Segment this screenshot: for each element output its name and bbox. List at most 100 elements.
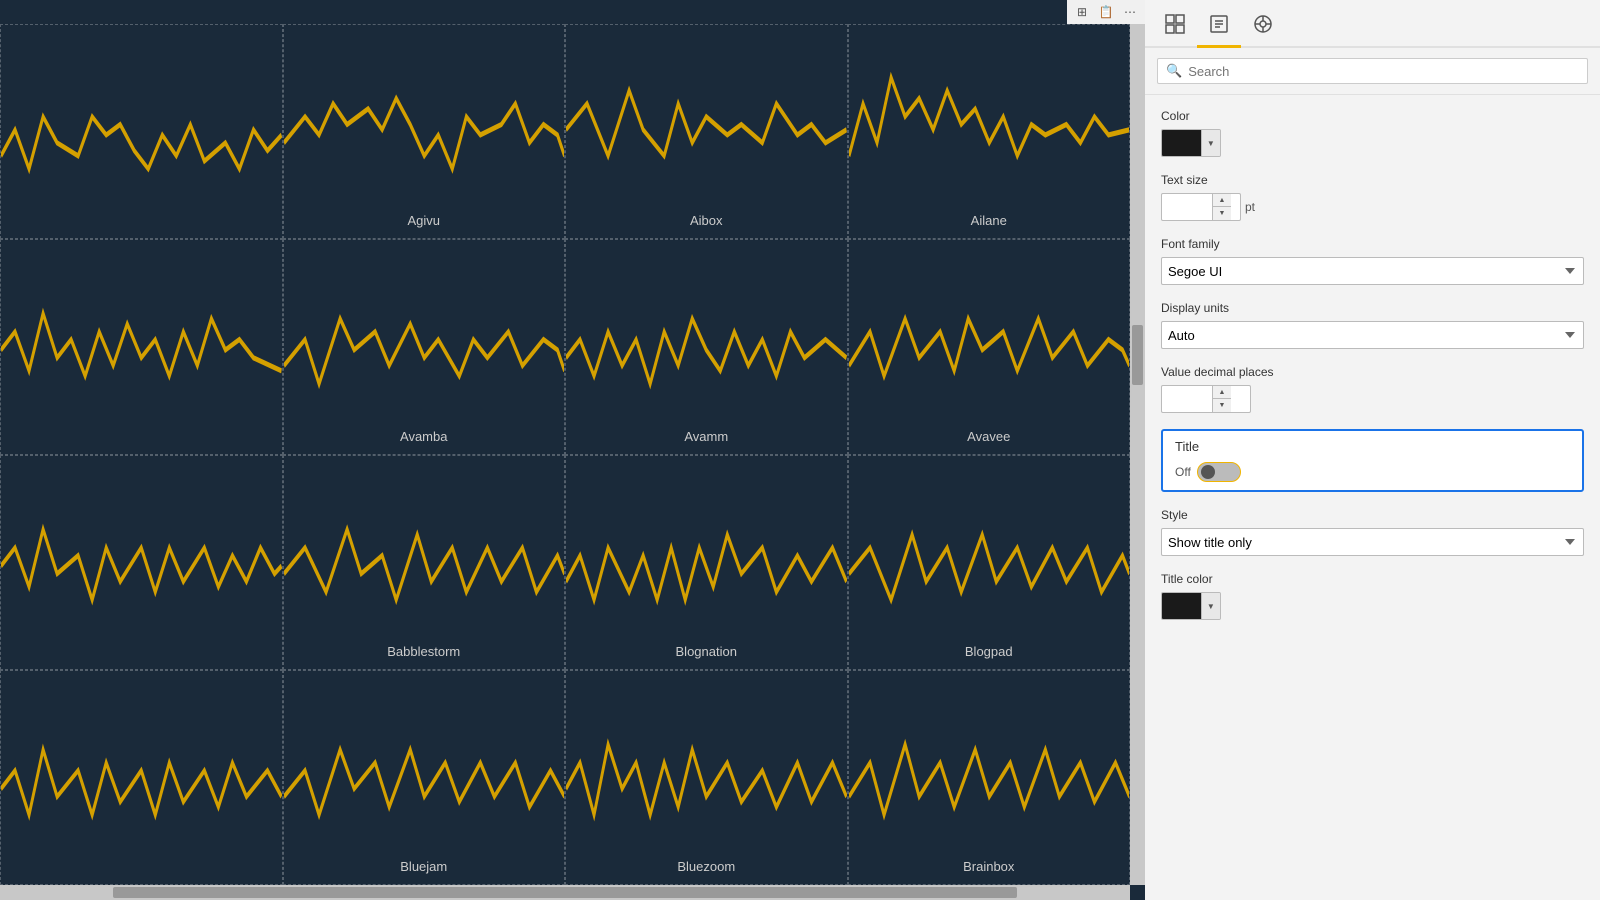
chart-cell-10[interactable]: Blognation [565,455,848,670]
font-family-group: Font family Segoe UI Arial Calibri [1161,237,1584,285]
text-size-unit: pt [1245,200,1255,214]
search-bar: 🔍 [1145,48,1600,95]
chart-label-3: Ailane [971,213,1007,228]
format-icon [1208,13,1230,35]
color-label: Color [1161,109,1584,123]
tab-fields[interactable] [1153,2,1197,46]
text-size-label: Text size [1161,173,1584,187]
tab-format[interactable] [1197,2,1241,46]
display-units-select[interactable]: Auto None Thousands Millions [1161,321,1584,349]
title-color-swatch[interactable]: ▼ [1161,592,1221,620]
decimal-input[interactable]: Auto [1162,386,1212,412]
chart-label-1: Agivu [407,213,440,228]
chart-cell-3[interactable]: Ailane [848,24,1131,239]
analytics-icon [1252,13,1274,35]
style-label: Style [1161,508,1584,522]
chart-label-10: Blognation [676,644,737,659]
chart-cell-15[interactable]: Brainbox [848,670,1131,885]
sparkline-12 [1,671,282,854]
chart-cell-4[interactable] [0,239,283,454]
title-card-header: Title [1175,439,1570,454]
chart-cell-13[interactable]: Bluejam [283,670,566,885]
chart-label-9: Babblestorm [387,644,460,659]
chart-cell-0[interactable] [0,24,283,239]
vertical-scrollbar[interactable] [1130,24,1145,885]
title-toggle[interactable] [1197,462,1241,482]
horizontal-scrollbar-thumb[interactable] [113,887,1017,898]
tab-analytics[interactable] [1241,2,1285,46]
toolbar-more-icon[interactable]: ⋯ [1119,3,1141,21]
chart-cell-6[interactable]: Avamm [565,239,848,454]
title-toggle-thumb [1201,465,1215,479]
decimal-input-wrap: Auto ▲ ▼ [1161,385,1251,413]
chart-cell-11[interactable]: Blogpad [848,455,1131,670]
search-input[interactable] [1188,64,1579,79]
chart-cell-2[interactable]: Aibox [565,24,848,239]
sparkline-2 [566,25,847,208]
chart-label-15: Brainbox [963,859,1014,874]
chart-grid: Agivu Aibox Ailane Avamba Avamm Avavee Babbles… [0,24,1130,885]
text-size-down[interactable]: ▼ [1213,207,1231,220]
text-size-up[interactable]: ▲ [1213,194,1231,207]
chart-cell-14[interactable]: Bluezoom [565,670,848,885]
sparkline-6 [566,240,847,423]
chart-toolbar: ⊞ 📋 ⋯ [1067,0,1145,24]
search-icon: 🔍 [1166,63,1182,79]
style-select[interactable]: Show title only Show tooltip only Show b… [1161,528,1584,556]
value-decimal-group: Value decimal places Auto ▲ ▼ [1161,365,1584,413]
text-size-input-wrap: 9 ▲ ▼ [1161,193,1241,221]
chart-cell-12[interactable] [0,670,283,885]
text-size-spinners: ▲ ▼ [1212,194,1231,220]
sparkline-9 [284,456,565,639]
title-color-dropdown-btn[interactable]: ▼ [1201,593,1220,619]
vertical-scrollbar-thumb[interactable] [1132,325,1143,385]
toolbar-grid-icon[interactable]: ⊞ [1071,3,1093,21]
sparkline-5 [284,240,565,423]
chart-cell-7[interactable]: Avavee [848,239,1131,454]
font-family-label: Font family [1161,237,1584,251]
sparkline-8 [1,456,282,639]
panel-content: Color ▼ Text size 9 ▲ ▼ pt Fo [1145,95,1600,900]
title-color-block [1162,593,1201,619]
decimal-down[interactable]: ▼ [1213,399,1231,412]
chart-label-14: Bluezoom [677,859,735,874]
sparkline-11 [849,456,1130,639]
decimal-up[interactable]: ▲ [1213,386,1231,399]
horizontal-scrollbar[interactable] [0,885,1130,900]
chart-label-6: Avamm [684,429,728,444]
sparkline-0 [1,25,282,208]
color-block [1162,130,1201,156]
value-decimal-label: Value decimal places [1161,365,1584,379]
search-input-wrap[interactable]: 🔍 [1157,58,1588,84]
fields-icon [1164,13,1186,35]
sparkline-7 [849,240,1130,423]
style-group: Style Show title only Show tooltip only … [1161,508,1584,556]
title-color-label: Title color [1161,572,1584,586]
sparkline-4 [1,240,282,423]
right-panel: 🔍 Color ▼ Text size 9 ▲ ▼ [1145,0,1600,900]
sparkline-1 [284,25,565,208]
text-size-group: Text size 9 ▲ ▼ pt [1161,173,1584,221]
sparkline-15 [849,671,1130,854]
sparkline-10 [566,456,847,639]
chart-cell-1[interactable]: Agivu [283,24,566,239]
display-units-label: Display units [1161,301,1584,315]
panel-tabs [1145,0,1600,48]
title-color-group: Title color ▼ [1161,572,1584,620]
chart-cell-5[interactable]: Avamba [283,239,566,454]
sparkline-3 [849,25,1130,208]
title-card: Title Off [1161,429,1584,492]
chart-label-11: Blogpad [965,644,1013,659]
color-dropdown-btn[interactable]: ▼ [1201,130,1220,156]
main-chart-area: ⊞ 📋 ⋯ Agivu Aibox Ailane Avamba Avamm Avavee B… [0,0,1145,900]
chart-label-2: Aibox [690,213,723,228]
chart-label-5: Avamba [400,429,447,444]
text-size-input[interactable]: 9 [1162,194,1212,220]
chart-cell-8[interactable] [0,455,283,670]
chart-cell-9[interactable]: Babblestorm [283,455,566,670]
font-family-select[interactable]: Segoe UI Arial Calibri [1161,257,1584,285]
color-swatch[interactable]: ▼ [1161,129,1221,157]
title-toggle-label: Off [1175,465,1191,479]
toolbar-export-icon[interactable]: 📋 [1095,3,1117,21]
display-units-group: Display units Auto None Thousands Millio… [1161,301,1584,349]
